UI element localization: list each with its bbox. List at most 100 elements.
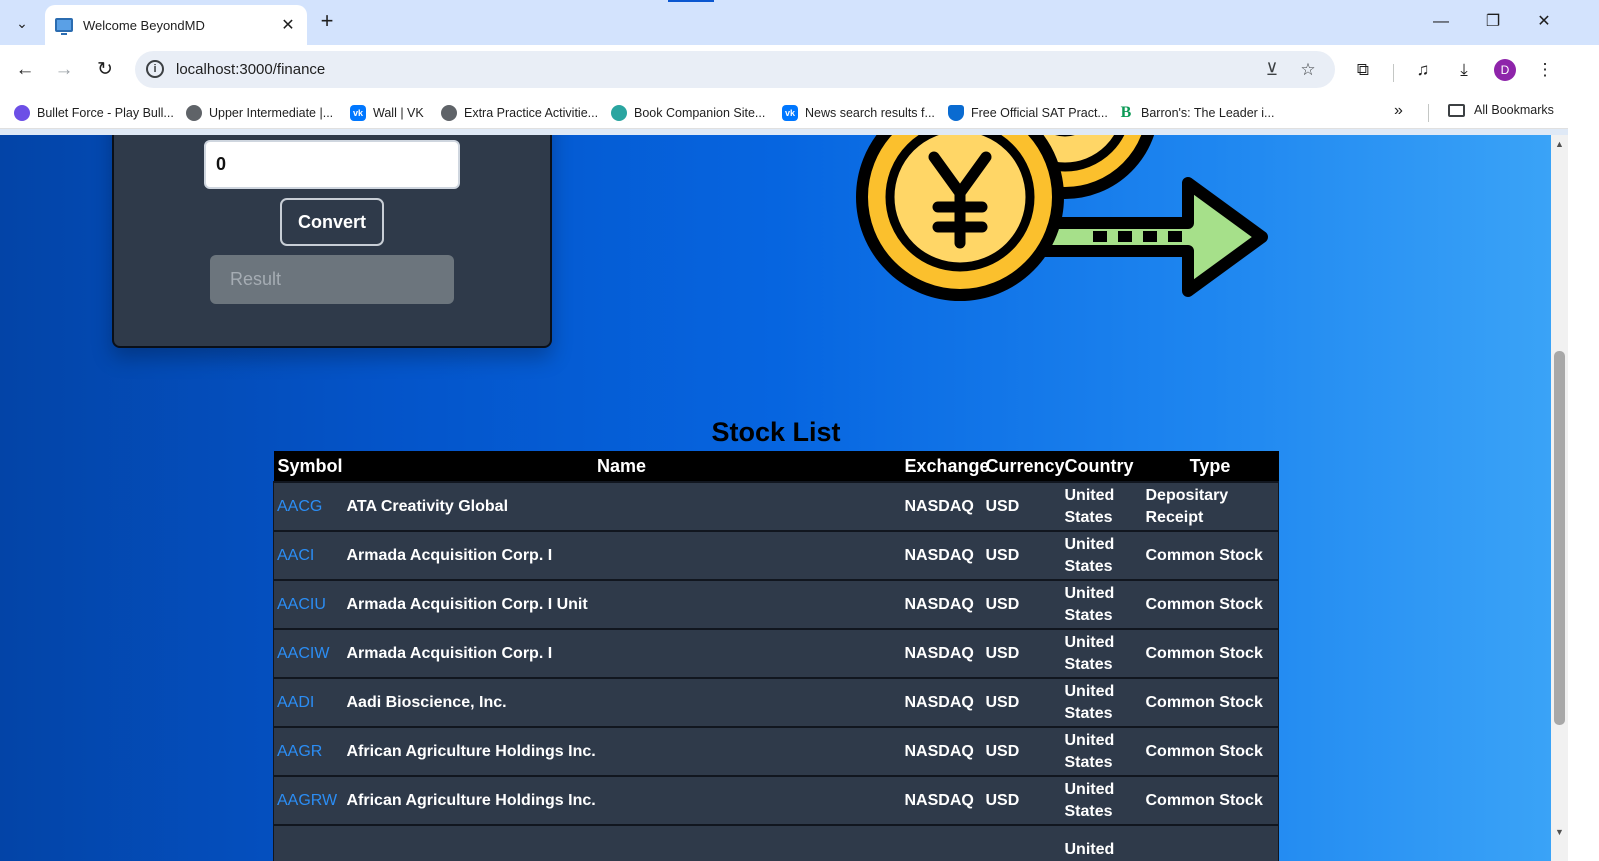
- page-scrollbar[interactable]: ▲ ▼: [1551, 135, 1568, 861]
- minimize-icon[interactable]: —: [1428, 10, 1454, 34]
- currency-exchange-illustration: [856, 135, 1268, 301]
- tab-strip-accent: [668, 0, 714, 2]
- install-app-icon[interactable]: ⊻: [1260, 58, 1284, 82]
- restore-icon[interactable]: ❐: [1480, 10, 1506, 34]
- stock-symbol-link[interactable]: AACG: [273, 481, 343, 531]
- stock-country: United: [1060, 824, 1142, 861]
- stock-currency: USD: [981, 481, 1061, 531]
- stock-name: Armada Acquisition Corp. I Unit: [342, 579, 901, 629]
- bookmarks-separator: [1428, 104, 1429, 122]
- stock-exchange: NASDAQ: [900, 775, 982, 825]
- stock-symbol-link[interactable]: AADI: [273, 677, 343, 727]
- stock-symbol-link[interactable]: [273, 824, 343, 861]
- stock-exchange: NASDAQ: [900, 530, 982, 580]
- media-queue-icon[interactable]: ♫: [1410, 57, 1436, 83]
- reload-icon[interactable]: ↻: [91, 56, 119, 84]
- all-bookmarks-button[interactable]: All Bookmarks: [1448, 103, 1554, 117]
- bookmark-label: Extra Practice Activitie...: [464, 106, 599, 120]
- stock-type: Depositary Receipt: [1141, 481, 1279, 531]
- bookmark-item[interactable]: Upper Intermediate |...: [186, 103, 333, 123]
- vk-icon: vk: [782, 105, 798, 121]
- stock-country: United States: [1060, 481, 1142, 531]
- tab-search-chevron-down-icon[interactable]: ⌄: [6, 7, 38, 39]
- scroll-down-arrow-icon[interactable]: ▼: [1555, 827, 1564, 837]
- stock-currency: USD: [981, 726, 1061, 776]
- stock-type: Common Stock: [1141, 775, 1279, 825]
- stock-type: Common Stock: [1141, 726, 1279, 776]
- profile-avatar[interactable]: D: [1494, 59, 1516, 81]
- convert-button[interactable]: Convert: [280, 198, 384, 246]
- bookmark-label: News search results f...: [805, 106, 935, 120]
- window-close-icon[interactable]: ✕: [1531, 10, 1557, 34]
- table-row: AAGRW African Agriculture Holdings Inc. …: [273, 775, 1279, 825]
- bookmark-label: Wall | VK: [373, 106, 424, 120]
- stock-symbol-link[interactable]: AAGRW: [273, 775, 343, 825]
- bookmark-item[interactable]: Free Official SAT Pract...: [948, 103, 1108, 123]
- stock-name: Armada Acquisition Corp. I: [342, 530, 901, 580]
- stock-exchange: NASDAQ: [900, 628, 982, 678]
- bookmark-item[interactable]: Extra Practice Activitie...: [441, 103, 598, 123]
- all-bookmarks-label: All Bookmarks: [1474, 103, 1554, 117]
- amount-input[interactable]: [204, 140, 460, 189]
- page-viewport: Convert Result Stock List: [0, 135, 1551, 861]
- stock-exchange: [900, 824, 982, 861]
- address-bar[interactable]: i localhost:3000/finance ⊻ ☆: [135, 51, 1335, 88]
- bookmark-item[interactable]: vk News search results f...: [782, 103, 935, 123]
- currency-converter-card: Convert Result: [112, 135, 552, 348]
- stock-exchange: NASDAQ: [900, 481, 982, 531]
- bookmark-star-icon[interactable]: ☆: [1296, 58, 1320, 82]
- stock-name: ATA Creativity Global: [342, 481, 901, 531]
- barrons-b-icon: B: [1120, 104, 1132, 121]
- stock-currency: USD: [981, 628, 1061, 678]
- stock-symbol-link[interactable]: AACIU: [273, 579, 343, 629]
- stock-exchange: NASDAQ: [900, 726, 982, 776]
- sparkle-dots-icon: [611, 105, 627, 121]
- stock-currency: USD: [981, 775, 1061, 825]
- new-tab-plus-icon[interactable]: +: [314, 9, 340, 35]
- browser-tab[interactable]: Welcome BeyondMD ✕: [45, 5, 307, 45]
- header-symbol: Symbol: [273, 451, 343, 482]
- stock-country: United States: [1060, 530, 1142, 580]
- scroll-up-arrow-icon[interactable]: ▲: [1555, 139, 1564, 149]
- table-row: AACIU Armada Acquisition Corp. I Unit NA…: [273, 579, 1279, 629]
- header-name: Name: [342, 451, 901, 482]
- stock-symbol-link[interactable]: AACI: [273, 530, 343, 580]
- stock-name: [342, 824, 901, 861]
- header-exchange: Exchange: [900, 451, 990, 482]
- table-row: AAGR African Agriculture Holdings Inc. N…: [273, 726, 1279, 776]
- more-menu-kebab-icon[interactable]: ⋮: [1532, 57, 1558, 83]
- bookmark-item[interactable]: Book Companion Site...: [611, 103, 765, 123]
- bookmarks-overflow-chevron-icon[interactable]: »: [1394, 102, 1403, 120]
- tab-close-icon[interactable]: ✕: [279, 15, 297, 35]
- bookmark-item[interactable]: Bullet Force - Play Bull...: [14, 103, 174, 123]
- table-row: AACG ATA Creativity Global NASDAQ USD Un…: [273, 481, 1279, 531]
- forward-arrow-icon[interactable]: →: [50, 56, 78, 84]
- address-url[interactable]: localhost:3000/finance: [176, 61, 325, 78]
- extensions-puzzle-icon[interactable]: ⧉: [1350, 57, 1376, 83]
- shield-icon: [948, 105, 964, 121]
- folder-icon: [1448, 103, 1465, 117]
- bookmark-label: Barron's: The Leader i...: [1141, 106, 1275, 120]
- stock-symbol-link[interactable]: AACIW: [273, 628, 343, 678]
- header-type: Type: [1141, 451, 1279, 482]
- header-country: Country: [1060, 451, 1142, 482]
- bookmarks-bar: Bullet Force - Play Bull... Upper Interm…: [0, 95, 1599, 129]
- scroll-thumb[interactable]: [1554, 351, 1565, 725]
- site-info-icon[interactable]: i: [146, 60, 164, 78]
- stock-symbol-link[interactable]: AAGR: [273, 726, 343, 776]
- bookmark-item[interactable]: B Barron's: The Leader i...: [1118, 103, 1275, 123]
- stock-type: Common Stock: [1141, 628, 1279, 678]
- bullet-force-icon: [14, 105, 30, 121]
- table-row: AACIW Armada Acquisition Corp. I NASDAQ …: [273, 628, 1279, 678]
- back-arrow-icon[interactable]: ←: [11, 56, 39, 84]
- bookmark-label: Upper Intermediate |...: [209, 106, 334, 120]
- stock-country: United States: [1060, 579, 1142, 629]
- stock-currency: USD: [981, 530, 1061, 580]
- stock-name: African Agriculture Holdings Inc.: [342, 775, 901, 825]
- bookmark-item[interactable]: vk Wall | VK: [350, 103, 424, 123]
- stock-name: African Agriculture Holdings Inc.: [342, 726, 901, 776]
- stock-currency: USD: [981, 677, 1061, 727]
- stock-type: Common Stock: [1141, 530, 1279, 580]
- table-row: AACI Armada Acquisition Corp. I NASDAQ U…: [273, 530, 1279, 580]
- downloads-icon[interactable]: ⤓: [1451, 57, 1477, 83]
